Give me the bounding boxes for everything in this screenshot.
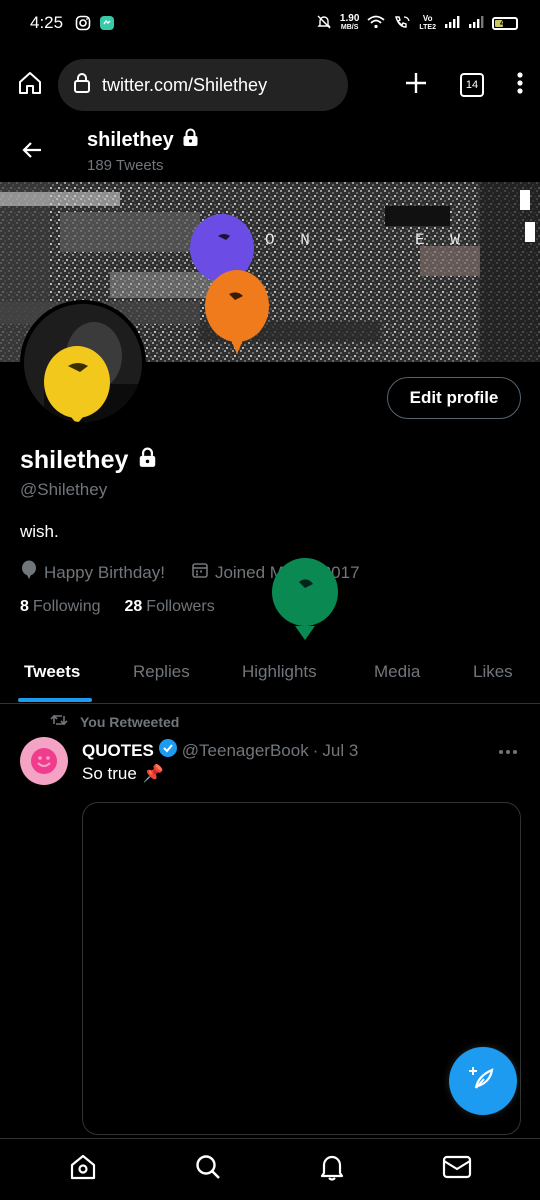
header-name: shilethey: [87, 129, 174, 151]
messenger-app-icon: [99, 15, 115, 31]
green-balloon-icon: [272, 558, 338, 640]
signal-one-icon: [444, 15, 460, 31]
tweet-header: QUOTES @TeenagerBook · Jul 3: [82, 738, 358, 763]
tweet-separator: ·: [312, 740, 319, 760]
retweet-icon: [50, 712, 68, 731]
followers-link[interactable]: 28 Followers: [125, 598, 215, 616]
home-nav-icon[interactable]: [68, 1152, 98, 1187]
messages-nav-icon[interactable]: [442, 1155, 472, 1184]
active-tab-indicator: [18, 698, 92, 702]
signal-two-icon: [468, 15, 484, 31]
volte-top: Vo: [422, 14, 433, 23]
volte-label: Vo LTE2: [419, 14, 436, 32]
mute-bell-icon: [316, 14, 332, 33]
protected-lock-icon: [182, 128, 199, 153]
notifications-nav-icon[interactable]: [318, 1152, 346, 1187]
following-label: Following: [32, 598, 101, 615]
url-text: twitter.com/Shilethey: [102, 74, 268, 95]
home-icon[interactable]: [16, 69, 44, 102]
instagram-icon: [75, 15, 91, 31]
tweet-date[interactable]: Jul 3: [322, 741, 358, 761]
compose-tweet-button[interactable]: [449, 1047, 517, 1115]
battery-icon: 42: [492, 16, 518, 30]
net-speed-value: 1.90: [339, 13, 360, 24]
orange-balloon-icon: [205, 270, 269, 354]
browser-toolbar: twitter.com/Shilethey 14: [0, 50, 540, 120]
tab-replies[interactable]: Replies: [133, 662, 190, 682]
status-time: 4:25: [30, 13, 64, 32]
profile-display-name: shilethey: [20, 446, 157, 475]
net-speed-unit: MB/S: [340, 24, 359, 31]
calendar-icon: [191, 561, 209, 584]
volte-bottom: LTE2: [419, 24, 436, 31]
more-menu-icon[interactable]: [516, 71, 524, 100]
tab-likes[interactable]: Likes: [473, 662, 513, 682]
following-count: 8: [20, 598, 29, 615]
search-nav-icon[interactable]: [194, 1153, 222, 1186]
retweet-label: You Retweeted: [80, 713, 180, 730]
status-bar: 4:25 1.90 MB/S Vo LTE2 42: [0, 0, 540, 46]
profile-avatar[interactable]: [20, 300, 146, 426]
back-arrow-icon[interactable]: [20, 138, 44, 167]
tab-tweets[interactable]: Tweets: [24, 662, 80, 682]
net-speed: 1.90 MB/S: [340, 14, 359, 32]
retweet-context: You Retweeted: [50, 712, 179, 731]
followers-label: Followers: [146, 598, 215, 615]
lock-icon: [72, 72, 92, 99]
birthday-text: Happy Birthday!: [44, 562, 165, 582]
protected-lock-icon: [138, 446, 157, 475]
verified-badge-icon: [158, 738, 178, 763]
followers-count: 28: [124, 598, 143, 615]
battery-level: 42: [499, 17, 510, 28]
tab-switcher-button[interactable]: 14: [460, 73, 484, 97]
profile-header: shilethey 189 Tweets: [0, 120, 540, 182]
new-tab-icon[interactable]: [404, 71, 428, 100]
tweet-body: So true: [82, 764, 137, 783]
tweet-author-avatar[interactable]: [20, 737, 68, 785]
follow-stats: 8 Following 28 Followers: [20, 598, 215, 616]
wifi-icon: [367, 15, 385, 32]
profile-handle: @Shilethey: [20, 480, 108, 499]
display-name-text: shilethey: [20, 446, 129, 474]
banner-text-one: O N -: [265, 231, 353, 249]
tweet-more-icon[interactable]: [498, 738, 518, 761]
tweet-count: 189 Tweets: [87, 157, 164, 174]
following-link[interactable]: 8 Following: [20, 598, 101, 616]
profile-tabs: Tweets Replies Highlights Media Likes: [0, 646, 540, 704]
tab-highlights[interactable]: Highlights: [242, 662, 317, 682]
compose-feather-icon: [468, 1064, 498, 1099]
tweet-text: So true 📌: [82, 764, 164, 784]
banner-text-two: E W: [415, 231, 468, 249]
tweet-author-handle[interactable]: @TeenagerBook: [182, 741, 309, 761]
bottom-navigation: [0, 1138, 540, 1200]
tweet-author-name[interactable]: QUOTES: [82, 741, 154, 761]
wifi-calling-icon: [393, 15, 411, 32]
tab-media[interactable]: Media: [374, 662, 420, 682]
edit-profile-button[interactable]: Edit profile: [387, 377, 521, 419]
pushpin-emoji: 📌: [142, 764, 164, 783]
balloon-icon: [20, 560, 38, 585]
address-bar[interactable]: twitter.com/Shilethey: [58, 59, 348, 111]
profile-bio: wish.: [20, 522, 59, 541]
